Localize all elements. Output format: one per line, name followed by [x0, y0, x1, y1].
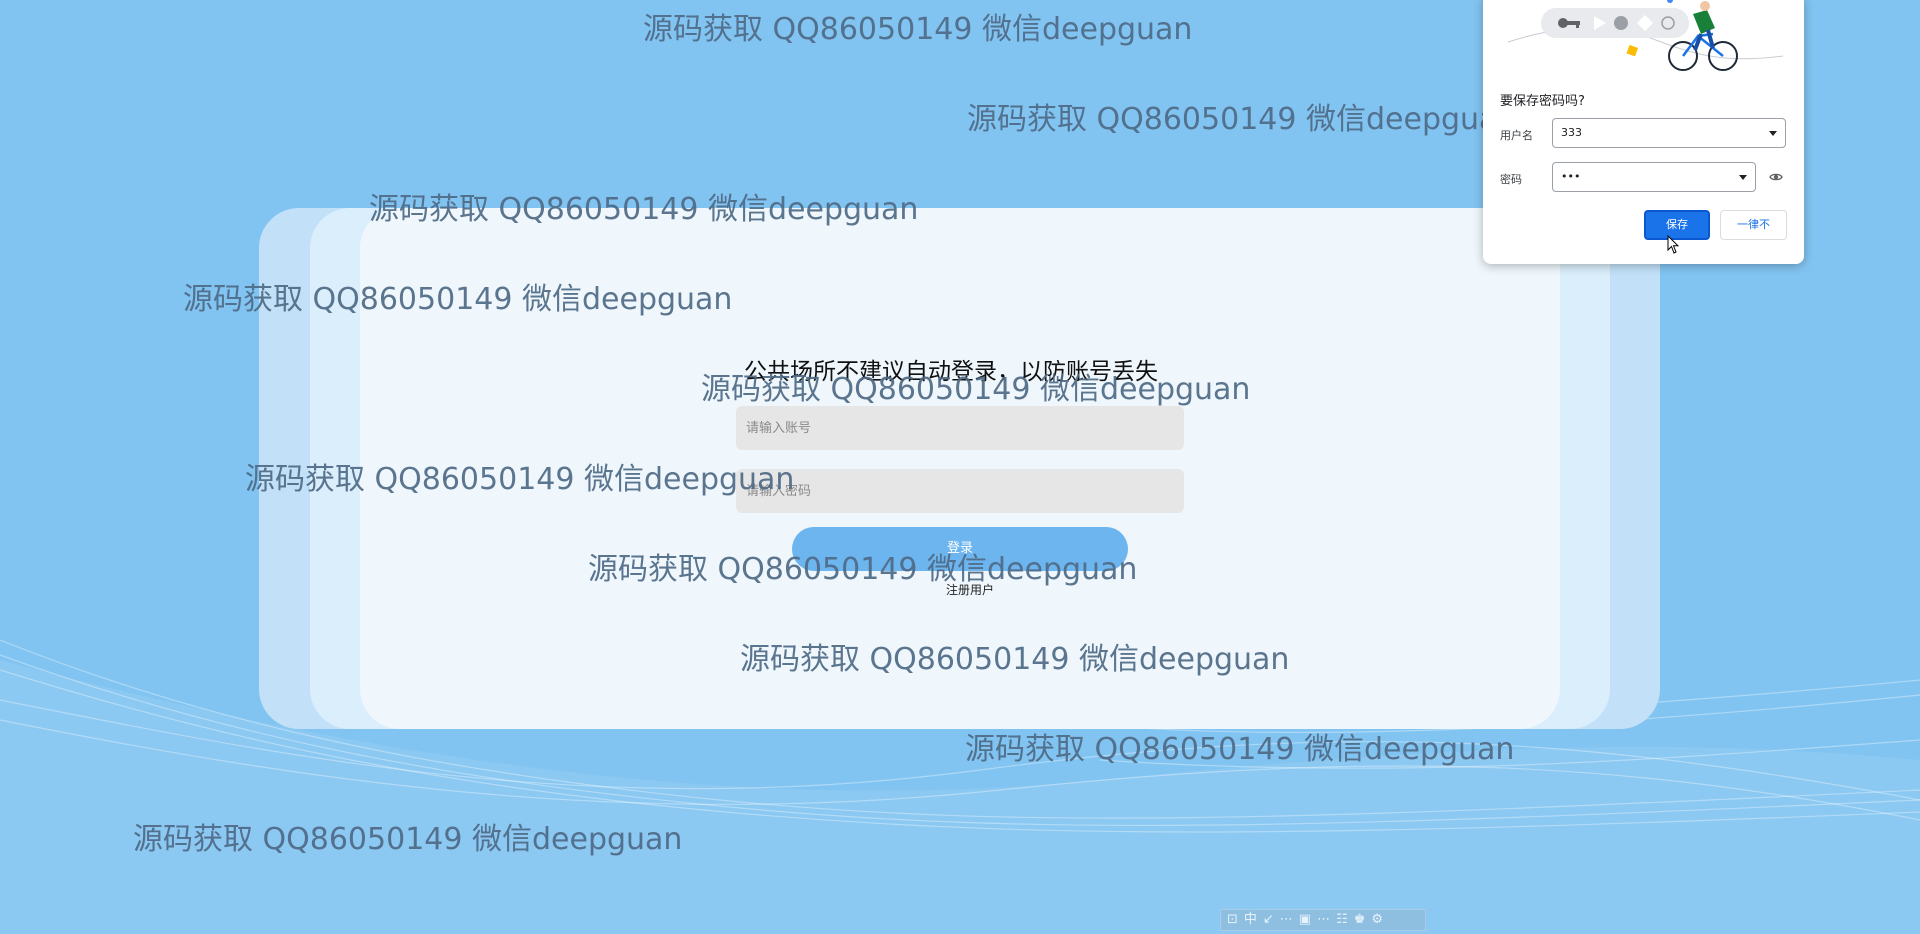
- username-dropdown[interactable]: 333: [1552, 118, 1786, 148]
- eye-icon[interactable]: [1769, 170, 1783, 184]
- ime-toolbar[interactable]: ⊡中↙⋯▣⋯☷♚⚙: [1220, 909, 1426, 931]
- username-input[interactable]: [736, 406, 1184, 450]
- login-button[interactable]: 登录: [792, 527, 1128, 571]
- password-input[interactable]: [736, 469, 1184, 513]
- chevron-down-icon: [1739, 175, 1747, 180]
- password-value: •••: [1561, 170, 1581, 183]
- username-label: 用户名: [1500, 129, 1533, 142]
- mouse-cursor-icon: [1667, 235, 1680, 254]
- chevron-down-icon: [1769, 131, 1777, 136]
- ime-toolbar-icons: ⊡中↙⋯▣⋯☷♚⚙: [1227, 912, 1390, 927]
- popup-title: 要保存密码吗?: [1500, 94, 1585, 109]
- username-value: 333: [1561, 126, 1582, 139]
- auto-login-notice: 公共场所不建议自动登录，以防账号丢失: [744, 359, 1158, 385]
- register-link[interactable]: 注册用户: [946, 581, 994, 598]
- save-password-popup: 要保存密码吗? 用户名 333 密码 ••• 保存 一律不: [1483, 0, 1804, 264]
- password-manager-illustration: [1507, 0, 1784, 71]
- never-save-button[interactable]: 一律不: [1720, 210, 1787, 240]
- password-dropdown[interactable]: •••: [1552, 162, 1756, 192]
- password-label: 密码: [1500, 173, 1522, 186]
